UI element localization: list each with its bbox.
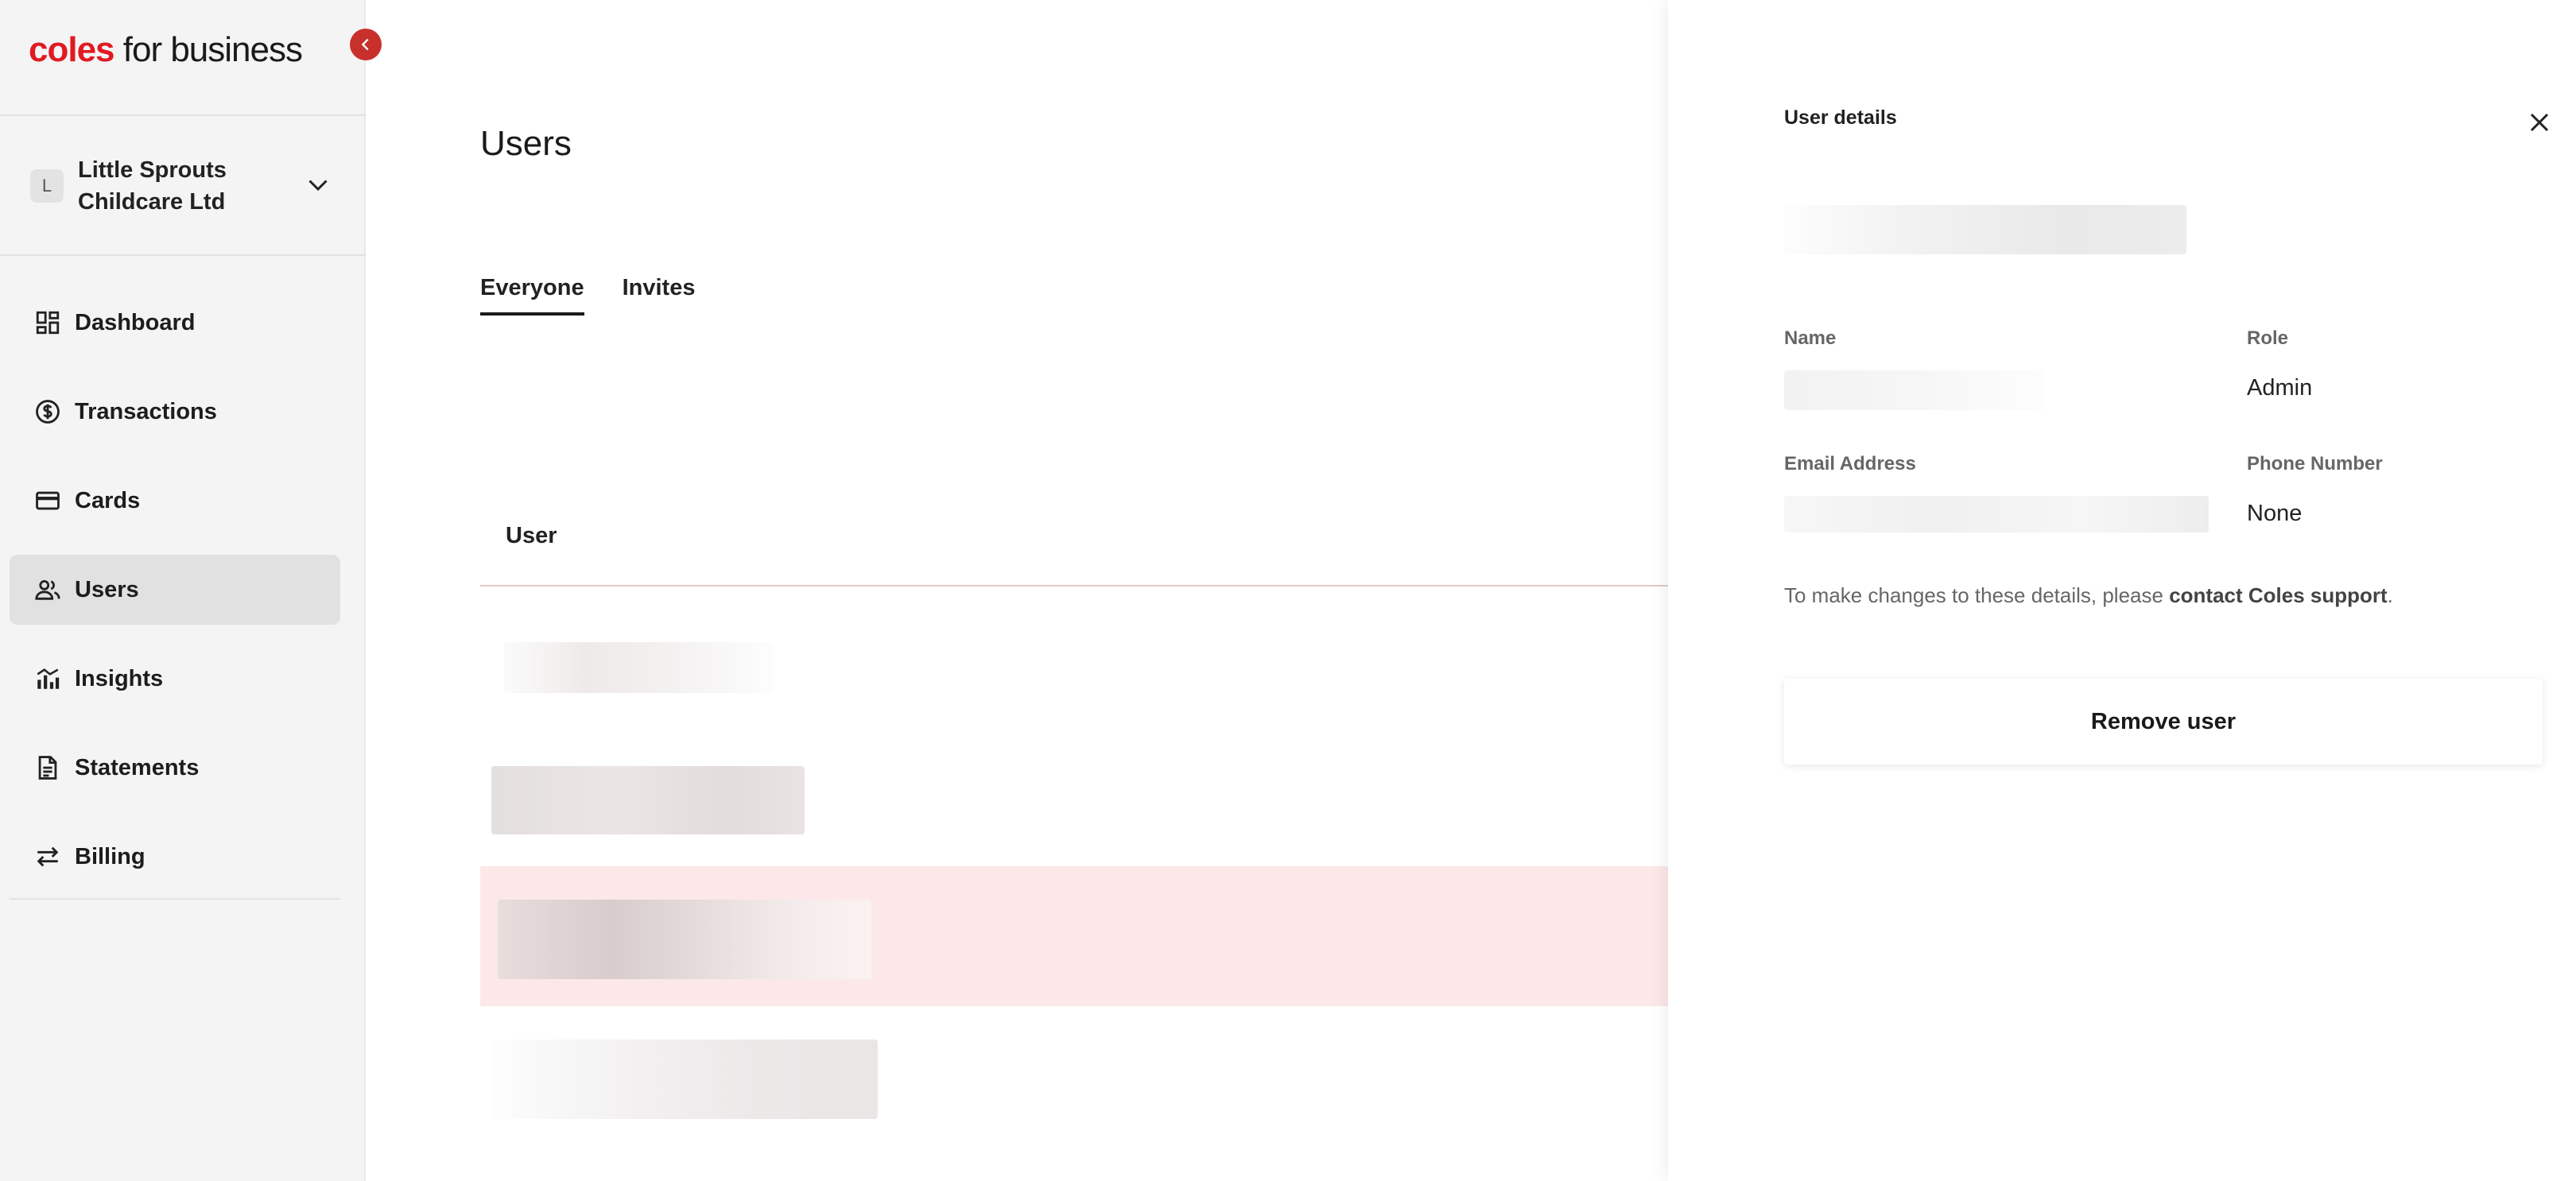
collapse-sidebar-button[interactable] — [350, 29, 382, 60]
transfer-icon — [32, 841, 64, 873]
sidebar-item-statements[interactable]: Statements — [10, 733, 340, 803]
redacted-user — [498, 900, 871, 979]
role-label: Role — [2247, 327, 2289, 349]
document-icon — [32, 752, 64, 784]
table-row[interactable] — [480, 1025, 1670, 1136]
close-button[interactable] — [2524, 106, 2555, 138]
table-row-selected[interactable] — [480, 866, 1670, 1006]
sidebar-item-billing[interactable]: Billing — [10, 822, 340, 892]
org-name: Little Sprouts Childcare Ltd — [78, 157, 227, 215]
sidebar-divider — [0, 254, 366, 256]
drawer-title: User details — [1784, 106, 1897, 129]
sidebar-item-cards[interactable]: Cards — [10, 466, 340, 536]
redacted-email — [1784, 496, 2209, 532]
chevron-left-icon — [361, 38, 369, 51]
sidebar-item-label: Insights — [75, 665, 164, 691]
sidebar-item-label: Dashboard — [75, 309, 196, 335]
card-icon — [32, 485, 64, 517]
sidebar-item-insights[interactable]: Insights — [10, 644, 340, 714]
users-icon — [32, 574, 64, 606]
org-avatar: L — [30, 169, 64, 203]
user-tabs: Everyone Invites — [480, 275, 733, 316]
dashboard-icon — [32, 307, 64, 339]
sidebar-nav: Dashboard Transactions Cards Users Insig… — [10, 288, 340, 911]
sidebar-item-label: Users — [75, 576, 139, 602]
users-table-header: User — [480, 493, 1670, 587]
dollar-circle-icon — [32, 396, 64, 428]
email-label: Email Address — [1784, 453, 1916, 474]
redacted-user — [504, 642, 774, 693]
table-row[interactable] — [480, 747, 1670, 866]
logo-primary-text: coles — [29, 30, 115, 69]
role-value: Admin — [2247, 375, 2313, 401]
column-header-user: User — [506, 523, 557, 548]
phone-value: None — [2247, 501, 2302, 526]
remove-user-button[interactable]: Remove user — [1784, 679, 2543, 765]
sidebar-divider — [0, 114, 366, 116]
tab-everyone[interactable]: Everyone — [480, 275, 584, 316]
sidebar-item-label: Billing — [75, 843, 145, 869]
name-label: Name — [1784, 327, 1837, 349]
redacted-name — [1784, 370, 2045, 410]
redacted-user — [493, 1040, 878, 1119]
phone-label: Phone Number — [2247, 453, 2383, 474]
contact-support-link[interactable]: contact Coles support — [2169, 583, 2387, 607]
tab-invites[interactable]: Invites — [623, 275, 696, 316]
table-row[interactable] — [480, 604, 1670, 731]
support-note: To make changes to these details, please… — [1784, 583, 2393, 608]
logo-secondary-text: for business — [122, 30, 303, 69]
redacted-user — [491, 766, 805, 834]
sidebar-item-transactions[interactable]: Transactions — [10, 377, 340, 447]
page-title: Users — [480, 124, 572, 163]
sidebar-divider — [10, 898, 340, 900]
sidebar-item-label: Transactions — [75, 398, 217, 424]
sidebar: coles for business L Little Sprouts Chil… — [0, 0, 366, 1181]
user-details-drawer: User details Name Role Admin Email Addre… — [1668, 0, 2576, 1181]
sidebar-item-dashboard[interactable]: Dashboard — [10, 288, 340, 358]
support-note-text: To make changes to these details, please — [1784, 583, 2170, 607]
support-note-suffix: . — [2387, 583, 2393, 607]
sidebar-item-users[interactable]: Users — [10, 555, 340, 625]
sidebar-item-label: Cards — [75, 487, 141, 513]
organization-switcher[interactable]: L Little Sprouts Childcare Ltd — [30, 153, 332, 219]
chart-icon — [32, 663, 64, 695]
redacted-user-heading — [1784, 205, 2186, 254]
chevron-down-icon — [304, 170, 332, 203]
close-icon — [2530, 113, 2549, 132]
coles-logo[interactable]: coles for business — [29, 30, 303, 70]
sidebar-item-label: Statements — [75, 754, 200, 780]
